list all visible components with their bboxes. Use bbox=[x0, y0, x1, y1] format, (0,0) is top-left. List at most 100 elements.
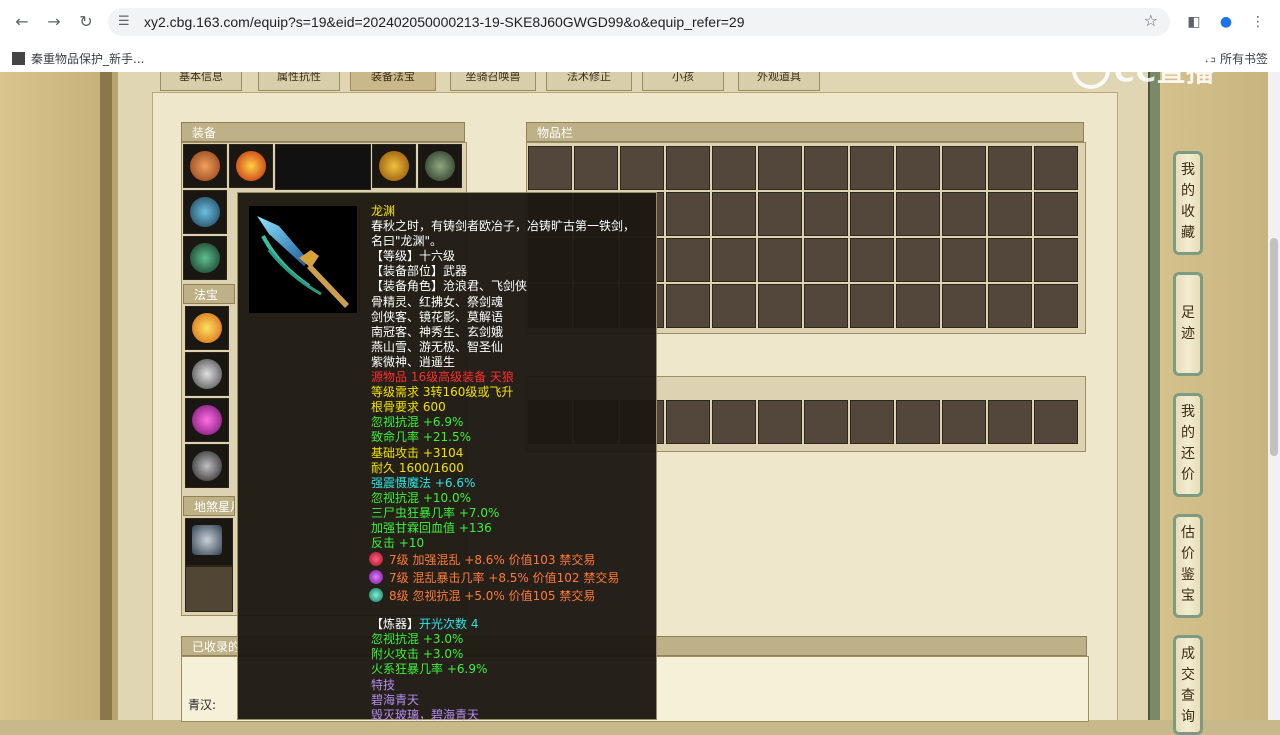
inventory-slot[interactable] bbox=[850, 146, 894, 190]
item-bonus-stat-3: 加强甘霖回血值 +136 bbox=[371, 520, 492, 535]
url-text[interactable]: xy2.cbg.163.com/equip?s=19&eid=202402050… bbox=[144, 14, 744, 30]
inventory-slot[interactable] bbox=[804, 400, 848, 444]
back-icon[interactable]: ← bbox=[10, 10, 34, 34]
inventory-slot[interactable] bbox=[850, 400, 894, 444]
side-panel-icon[interactable]: ◧ bbox=[1184, 12, 1204, 32]
inventory-slot[interactable] bbox=[988, 192, 1032, 236]
bookmark-star-icon[interactable]: ☆ bbox=[1144, 11, 1158, 30]
disha-slot[interactable] bbox=[185, 518, 233, 566]
inventory-slot[interactable] bbox=[1034, 238, 1078, 282]
tab-child[interactable]: 小孩 bbox=[642, 72, 724, 91]
inventory-slot[interactable] bbox=[896, 400, 940, 444]
inventory-slot[interactable] bbox=[804, 238, 848, 282]
inventory-slot[interactable] bbox=[666, 146, 710, 190]
inventory-slot[interactable] bbox=[988, 284, 1032, 328]
inventory-slot[interactable] bbox=[758, 284, 802, 328]
inventory-slot[interactable] bbox=[804, 146, 848, 190]
disha-empty-slot[interactable] bbox=[185, 566, 233, 612]
inventory-slot[interactable] bbox=[896, 192, 940, 236]
side-button-char: 价 bbox=[1181, 467, 1195, 483]
fabao-slot-3[interactable] bbox=[185, 398, 229, 442]
tab-appearance[interactable]: 外观道具 bbox=[738, 72, 820, 91]
inventory-slot[interactable] bbox=[712, 284, 756, 328]
inventory-slot[interactable] bbox=[620, 146, 664, 190]
inventory-slot[interactable] bbox=[758, 192, 802, 236]
inventory-slot[interactable] bbox=[1034, 146, 1078, 190]
inventory-slot[interactable] bbox=[896, 146, 940, 190]
bookmark-item[interactable]: 秦重物品保护_新手... bbox=[12, 50, 144, 67]
equip-slot-ornament[interactable] bbox=[418, 144, 462, 188]
inventory-slot[interactable] bbox=[850, 238, 894, 282]
fabao-slot-1[interactable] bbox=[185, 306, 229, 350]
equip-slot-shoes[interactable] bbox=[183, 236, 227, 280]
tab-spell-fix[interactable]: 法术修正 bbox=[546, 72, 632, 91]
deal-query-button[interactable]: 成交查询 bbox=[1173, 635, 1203, 735]
inventory-slot[interactable] bbox=[758, 238, 802, 282]
inventory-slot[interactable] bbox=[804, 192, 848, 236]
inventory-slot[interactable] bbox=[896, 238, 940, 282]
inventory-slot[interactable] bbox=[942, 238, 986, 282]
inventory-slot[interactable] bbox=[988, 238, 1032, 282]
inventory-slot[interactable] bbox=[942, 400, 986, 444]
tab-attributes[interactable]: 属性抗性 bbox=[258, 72, 340, 91]
tab-mounts-pets[interactable]: 坐骑召唤兽 bbox=[450, 72, 536, 91]
item-name: 龙渊 bbox=[371, 204, 396, 218]
inventory-slot[interactable] bbox=[988, 400, 1032, 444]
inventory-slot[interactable] bbox=[712, 238, 756, 282]
special-line-1: 碧海青天 bbox=[371, 692, 420, 707]
inventory-slot[interactable] bbox=[942, 284, 986, 328]
inventory-slot[interactable] bbox=[712, 400, 756, 444]
item-desc-2: 名曰"龙渊"。 bbox=[371, 234, 443, 249]
inventory-slot[interactable] bbox=[758, 146, 802, 190]
inventory-slot[interactable] bbox=[666, 400, 710, 444]
item-level: 【等级】十六级 bbox=[371, 249, 456, 264]
forward-icon[interactable]: → bbox=[42, 10, 66, 34]
footprint-button[interactable]: 足迹 bbox=[1173, 272, 1203, 376]
inventory-slot[interactable] bbox=[666, 238, 710, 282]
disha-header: 地煞星月 bbox=[183, 496, 235, 516]
fabao-slot-4[interactable] bbox=[185, 444, 229, 488]
tab-basic-info[interactable]: 基本信息 bbox=[160, 72, 242, 91]
menu-icon[interactable]: ⋮ bbox=[1248, 12, 1268, 32]
inventory-slot[interactable] bbox=[988, 146, 1032, 190]
gem-green-icon bbox=[369, 588, 383, 603]
inventory-slot[interactable] bbox=[712, 146, 756, 190]
equip-slot-helmet[interactable] bbox=[183, 144, 227, 188]
item-slot: 【装备部位】武器 bbox=[371, 264, 468, 279]
inventory-slot[interactable] bbox=[804, 284, 848, 328]
site-info-icon[interactable]: ☰ bbox=[118, 13, 136, 31]
tab-equipment[interactable]: 装备法宝 bbox=[350, 72, 436, 91]
inventory-slot[interactable] bbox=[1034, 192, 1078, 236]
refine-stat-2: 附火攻击 +3.0% bbox=[371, 647, 464, 662]
my-counteroffer-button[interactable]: 我的还价 bbox=[1173, 393, 1203, 497]
inventory-slot[interactable] bbox=[850, 192, 894, 236]
appraisal-button[interactable]: 估价鉴宝 bbox=[1173, 514, 1203, 618]
equip-slot-armor[interactable] bbox=[372, 144, 416, 188]
inventory-slot[interactable] bbox=[942, 146, 986, 190]
my-favorites-button[interactable]: 我的收藏 bbox=[1173, 151, 1203, 255]
item-bonus-stat-4: 反击 +10 bbox=[371, 536, 425, 551]
profile-icon[interactable]: ● bbox=[1216, 12, 1236, 32]
fabao-slot-2[interactable] bbox=[185, 352, 229, 396]
inventory-slot[interactable] bbox=[942, 192, 986, 236]
inventory-slot[interactable] bbox=[666, 192, 710, 236]
equip-slot-necklace[interactable] bbox=[229, 144, 273, 188]
inventory-slot[interactable] bbox=[850, 284, 894, 328]
inventory-slot[interactable] bbox=[1034, 400, 1078, 444]
ornament-icon bbox=[425, 151, 455, 181]
inventory-slot[interactable] bbox=[666, 284, 710, 328]
page-scrollbar[interactable] bbox=[1268, 72, 1280, 720]
inventory-slot[interactable] bbox=[528, 146, 572, 190]
gem-purple-icon bbox=[369, 570, 383, 585]
omnibox[interactable]: ☰ xy2.cbg.163.com/equip?s=19&eid=2024020… bbox=[108, 8, 1170, 36]
inventory-slot[interactable] bbox=[574, 146, 618, 190]
reload-icon[interactable]: ↻ bbox=[74, 10, 98, 34]
refine-label: 【炼器】 bbox=[371, 617, 420, 632]
equip-slot-weapon[interactable] bbox=[183, 190, 227, 234]
inventory-slot[interactable] bbox=[712, 192, 756, 236]
side-button-char: 交 bbox=[1181, 667, 1195, 683]
scrollbar-thumb[interactable] bbox=[1270, 238, 1278, 456]
inventory-slot[interactable] bbox=[1034, 284, 1078, 328]
inventory-slot[interactable] bbox=[896, 284, 940, 328]
inventory-slot[interactable] bbox=[758, 400, 802, 444]
